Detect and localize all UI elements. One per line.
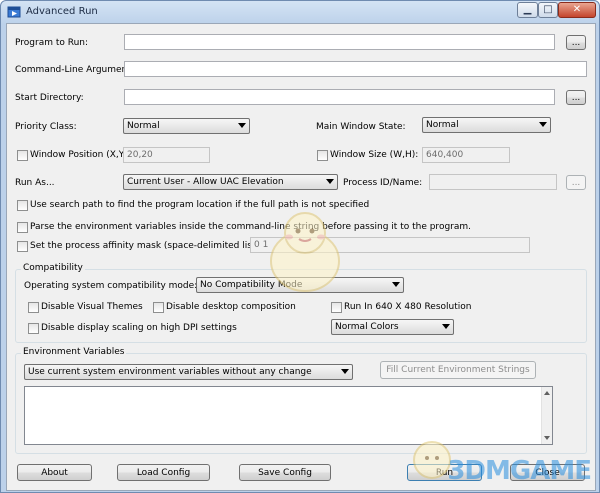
environment-textarea[interactable] <box>24 386 553 445</box>
compatibility-title: Compatibility <box>21 263 85 273</box>
browse-label: ... <box>571 177 581 188</box>
window-size-input[interactable]: 640,400 <box>422 147 510 163</box>
search-path-label: Use search path to find the program loca… <box>30 200 370 210</box>
close-button[interactable]: Close <box>510 464 585 481</box>
search-path-checkbox[interactable] <box>17 200 28 211</box>
fill-environment-button[interactable]: Fill Current Environment Strings <box>380 361 536 379</box>
command-line-input[interactable] <box>124 61 587 77</box>
program-browse-button[interactable]: ... <box>566 35 586 50</box>
scroll-down-icon[interactable] <box>544 436 550 440</box>
dialog-client-area: Program to Run: ... Command-Line Argumen… <box>6 23 596 491</box>
chevron-down-icon <box>326 179 334 184</box>
priority-class-label: Priority Class: <box>15 122 77 132</box>
minimize-icon: ▁ <box>523 4 532 15</box>
close-label: Close <box>535 467 560 478</box>
browse-label: ... <box>571 92 581 103</box>
compat-mode-value: No Compatibility Mode <box>200 280 303 290</box>
priority-class-select[interactable]: Normal <box>123 118 250 134</box>
save-config-label: Save Config <box>258 467 312 478</box>
environment-scrollbar[interactable] <box>541 387 552 444</box>
program-to-run-label: Program to Run: <box>15 38 89 48</box>
disable-dpi-scaling-label: Disable display scaling on high DPI sett… <box>41 323 237 333</box>
compat-mode-label: Operating system compatibility mode: <box>24 281 198 291</box>
environment-select[interactable]: Use current system environment variables… <box>24 364 353 380</box>
process-id-label: Process ID/Name: <box>343 178 423 188</box>
disable-visual-themes-checkbox[interactable] <box>28 302 39 313</box>
chevron-down-icon <box>539 122 547 127</box>
process-browse-button[interactable]: ... <box>566 175 586 190</box>
process-id-input[interactable] <box>429 174 557 190</box>
maximize-button[interactable]: □ <box>538 2 558 18</box>
run-640-label: Run In 640 X 480 Resolution <box>344 302 472 312</box>
run-as-label: Run As... <box>15 178 55 188</box>
affinity-input[interactable]: 0 1 <box>250 237 530 253</box>
close-icon: ✕ <box>572 4 582 15</box>
main-window-state-select[interactable]: Normal <box>422 117 551 133</box>
chevron-down-icon <box>238 123 246 128</box>
affinity-checkbox[interactable] <box>17 241 28 252</box>
advanced-run-window: Advanced Run ▁ □ ✕ Program to Run: ... C… <box>0 0 600 493</box>
affinity-label: Set the process affinity mask (space-del… <box>30 241 262 251</box>
maximize-icon: □ <box>543 4 553 15</box>
program-to-run-input[interactable] <box>124 34 555 50</box>
priority-class-value: Normal <box>127 121 160 131</box>
run-as-select[interactable]: Current User - Allow UAC Elevation <box>123 174 338 190</box>
app-icon <box>7 6 21 18</box>
run-label: Run <box>435 467 454 478</box>
scroll-up-icon[interactable] <box>544 391 550 395</box>
chevron-down-icon <box>442 324 450 329</box>
title-bar[interactable]: Advanced Run ▁ □ ✕ <box>1 1 599 23</box>
close-window-button[interactable]: ✕ <box>558 2 596 18</box>
window-size-label: Window Size (W,H): <box>330 150 419 160</box>
window-size-checkbox[interactable] <box>317 150 328 161</box>
disable-desktop-composition-label: Disable desktop composition <box>166 302 296 312</box>
environment-value: Use current system environment variables… <box>28 367 312 377</box>
environment-title: Environment Variables <box>21 347 127 357</box>
start-directory-browse-button[interactable]: ... <box>566 90 586 105</box>
disable-visual-themes-label: Disable Visual Themes <box>41 302 143 312</box>
compat-mode-select[interactable]: No Compatibility Mode <box>196 277 404 293</box>
minimize-button[interactable]: ▁ <box>517 2 538 18</box>
start-directory-input[interactable] <box>124 89 555 105</box>
window-position-checkbox[interactable] <box>17 150 28 161</box>
run-as-value: Current User - Allow UAC Elevation <box>127 177 284 187</box>
about-label: About <box>41 467 68 478</box>
window-position-label: Window Position (X,Y): <box>30 150 131 160</box>
parse-env-checkbox[interactable] <box>17 222 28 233</box>
run-button[interactable]: Run <box>407 464 482 481</box>
colors-value: Normal Colors <box>335 322 399 332</box>
window-title: Advanced Run <box>26 6 98 17</box>
about-button[interactable]: About <box>17 464 92 481</box>
load-config-label: Load Config <box>136 467 191 478</box>
disable-desktop-composition-checkbox[interactable] <box>153 302 164 313</box>
main-window-state-value: Normal <box>426 120 459 130</box>
chevron-down-icon <box>341 369 349 374</box>
save-config-button[interactable]: Save Config <box>239 464 331 481</box>
main-window-state-label: Main Window State: <box>316 122 406 132</box>
chevron-down-icon <box>392 282 400 287</box>
parse-env-label: Parse the environment variables inside t… <box>30 222 471 232</box>
load-config-button[interactable]: Load Config <box>117 464 210 481</box>
command-line-label: Command-Line Arguments: <box>15 65 139 75</box>
window-position-input[interactable]: 20,20 <box>123 147 210 163</box>
start-directory-label: Start Directory: <box>15 93 84 103</box>
fill-environment-label: Fill Current Environment Strings <box>386 365 530 375</box>
run-640-checkbox[interactable] <box>331 302 342 313</box>
browse-label: ... <box>571 37 581 48</box>
disable-dpi-scaling-checkbox[interactable] <box>28 323 39 334</box>
colors-select[interactable]: Normal Colors <box>331 319 454 335</box>
